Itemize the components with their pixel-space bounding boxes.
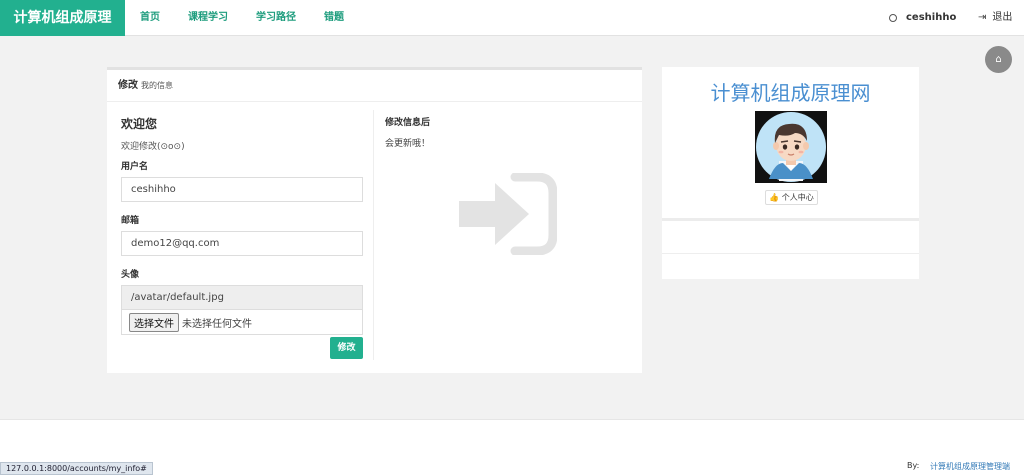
browser-status-url: 127.0.0.1:8000/accounts/my_info#	[0, 462, 153, 475]
card-header: 修改 我的信息	[107, 70, 642, 102]
username-label: ceshihho	[906, 12, 957, 23]
footer-admin-link[interactable]: 计算机组成原理管理端	[930, 461, 1010, 472]
avatar-field-label: 头像	[121, 270, 140, 280]
footer-bar	[0, 419, 1024, 453]
info-note: 修改信息后 会更新哦！	[385, 115, 430, 149]
brand-logo[interactable]: 计算机组成原理	[0, 0, 125, 36]
profile-center-button[interactable]: 👍 个人中心	[765, 190, 818, 205]
profile-card: 计算机组成原理网 👍 个人中心	[662, 67, 919, 279]
edit-form: 欢迎您 欢迎修改(⊙o⊙) 用户名 ceshihho 邮箱 demo12@qq.…	[121, 115, 363, 359]
nav-links: 首页 课程学习 学习路径 错题	[140, 0, 372, 36]
home-icon: ⌂	[995, 54, 1002, 65]
after-edit-title: 修改信息后	[385, 118, 431, 128]
avatar-file-picker: 选择文件 未选择任何文件	[121, 310, 363, 335]
logout-link[interactable]: ⇥ 退出	[978, 0, 1012, 36]
nav-link-home[interactable]: 首页	[140, 0, 160, 36]
user-menu[interactable]: ceshihho	[889, 0, 956, 36]
username-input[interactable]: ceshihho	[121, 177, 363, 202]
footer	[0, 453, 1024, 475]
nav-link-courses[interactable]: 课程学习	[188, 0, 228, 36]
profile-card-divider-2	[662, 253, 919, 254]
email-field-label: 邮箱	[121, 216, 140, 226]
card-subtitle: 我的信息	[141, 81, 173, 90]
footer-by-label: By:	[907, 461, 920, 470]
home-button[interactable]: ⌂	[985, 46, 1012, 73]
email-input[interactable]: demo12@qq.com	[121, 231, 363, 256]
welcome-text: 欢迎修改(⊙o⊙)	[121, 142, 185, 152]
site-title: 计算机组成原理网	[710, 81, 871, 105]
username-field-label: 用户名	[121, 162, 149, 172]
card-title: 修改	[118, 80, 138, 91]
avatar	[755, 111, 827, 183]
sign-in-icon	[457, 172, 558, 258]
choose-file-button[interactable]: 选择文件	[129, 312, 179, 332]
nav-link-wrong-questions[interactable]: 错题	[324, 0, 344, 36]
top-navbar: 计算机组成原理 首页 课程学习 学习路径 错题 ceshihho ⇥ 退出	[0, 0, 1024, 36]
profile-center-label: 个人中心	[781, 193, 814, 202]
thumbs-up-icon: 👍	[769, 193, 780, 202]
logout-label: 退出	[992, 12, 1013, 23]
column-divider	[373, 110, 374, 360]
file-status-text: 未选择任何文件	[182, 318, 252, 330]
avatar-path-input: /avatar/default.jpg	[121, 285, 363, 310]
nav-link-learning-path[interactable]: 学习路径	[256, 0, 296, 36]
profile-card-divider	[662, 218, 919, 221]
edit-info-card: 修改 我的信息 欢迎您 欢迎修改(⊙o⊙) 用户名 ceshihho 邮箱 dem…	[107, 67, 642, 373]
submit-button[interactable]: 修改	[330, 337, 363, 359]
user-icon	[889, 14, 897, 22]
sign-out-icon: ⇥	[978, 12, 987, 23]
welcome-heading: 欢迎您	[121, 117, 158, 131]
after-edit-text: 会更新哦！	[385, 139, 431, 149]
